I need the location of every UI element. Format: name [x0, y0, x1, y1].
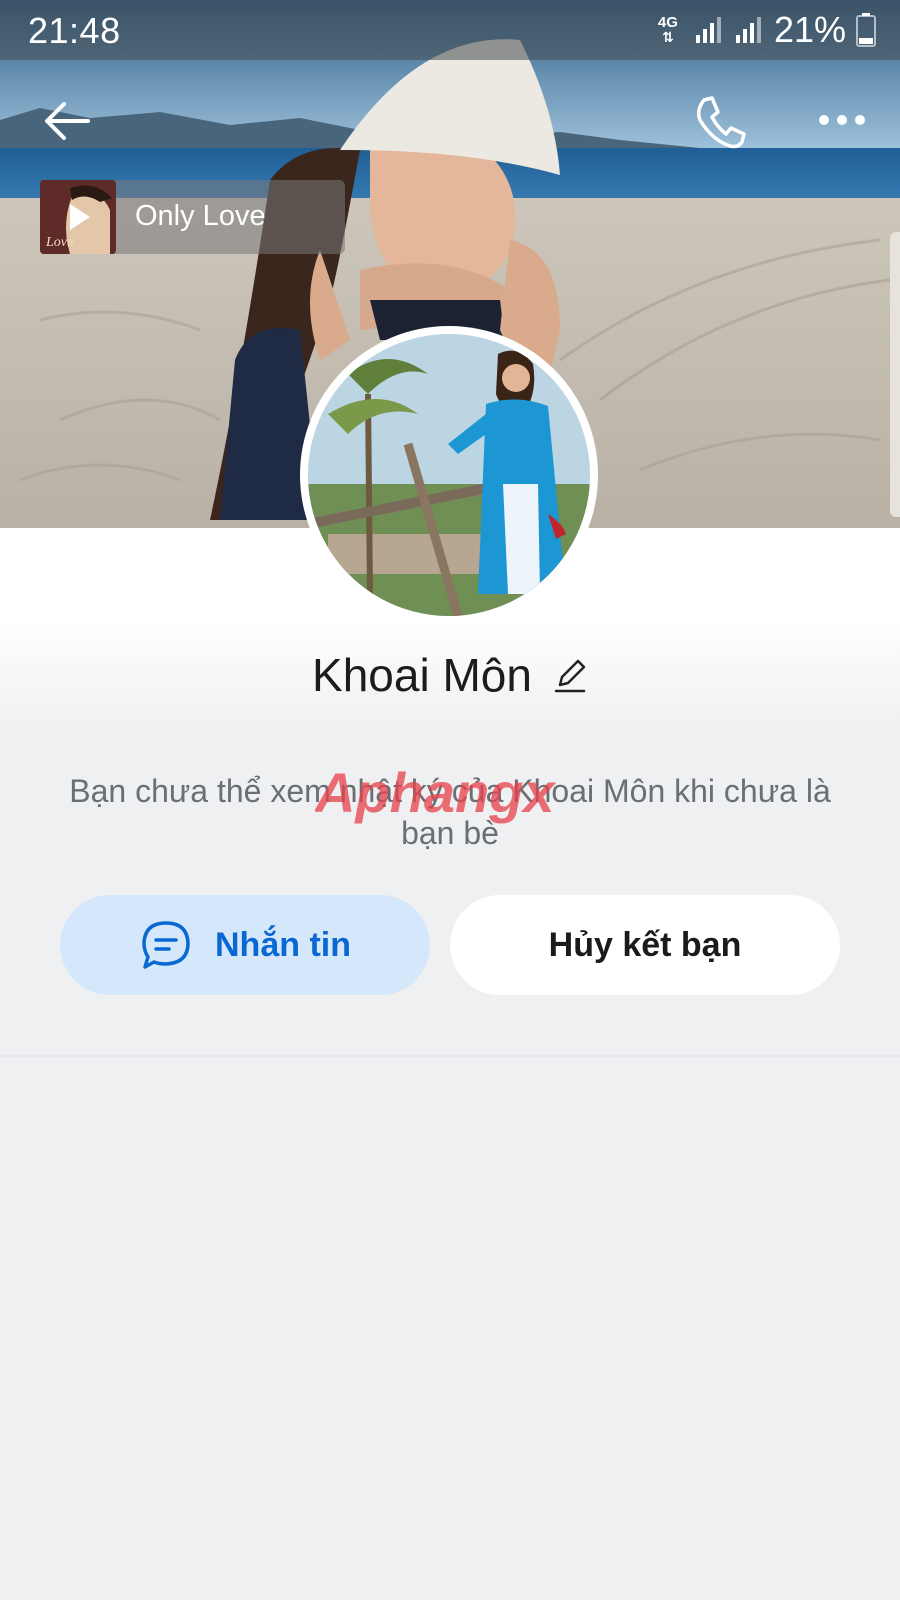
message-button-label: Nhắn tin [215, 925, 351, 964]
phone-icon [696, 96, 746, 149]
music-title: Only Love [135, 200, 266, 232]
more-options-button[interactable] [812, 100, 872, 140]
signal-icon [695, 17, 721, 43]
scroll-handle[interactable] [890, 232, 900, 517]
status-bar: 21:48 4G ⇅ 21% [0, 0, 900, 60]
watermark-text: Aphangx [315, 761, 557, 824]
battery-percent: 21% [773, 9, 846, 50]
network-type-icon: 4G ⇅ [657, 14, 678, 45]
unfriend-button-label: Hủy kết bạn [548, 925, 742, 964]
profile-name: Khoai Môn [312, 649, 532, 701]
pencil-icon[interactable] [552, 655, 588, 695]
signal-icon [735, 17, 761, 43]
watermark-logo: Aphangx [315, 761, 557, 824]
music-cover-thumbnail: Love [40, 180, 116, 254]
arrow-left-icon [45, 102, 90, 140]
back-button[interactable] [38, 92, 96, 150]
status-indicators: 4G ⇅ 21% [657, 9, 876, 50]
status-time: 21:48 [28, 10, 121, 51]
network-type-label: 4G [657, 14, 678, 31]
profile-music-chip[interactable]: Love Only Love [40, 180, 345, 254]
call-button[interactable] [690, 92, 750, 152]
chat-bubble-icon [142, 921, 190, 969]
more-icon [819, 115, 865, 125]
unfriend-button[interactable]: Hủy kết bạn [450, 895, 840, 995]
profile-name-row: Khoai Môn [0, 640, 900, 710]
message-button[interactable]: Nhắn tin [60, 895, 430, 995]
section-divider [0, 1055, 900, 1057]
battery-icon [856, 13, 876, 47]
play-icon[interactable] [40, 180, 116, 254]
avatar[interactable] [300, 326, 598, 624]
